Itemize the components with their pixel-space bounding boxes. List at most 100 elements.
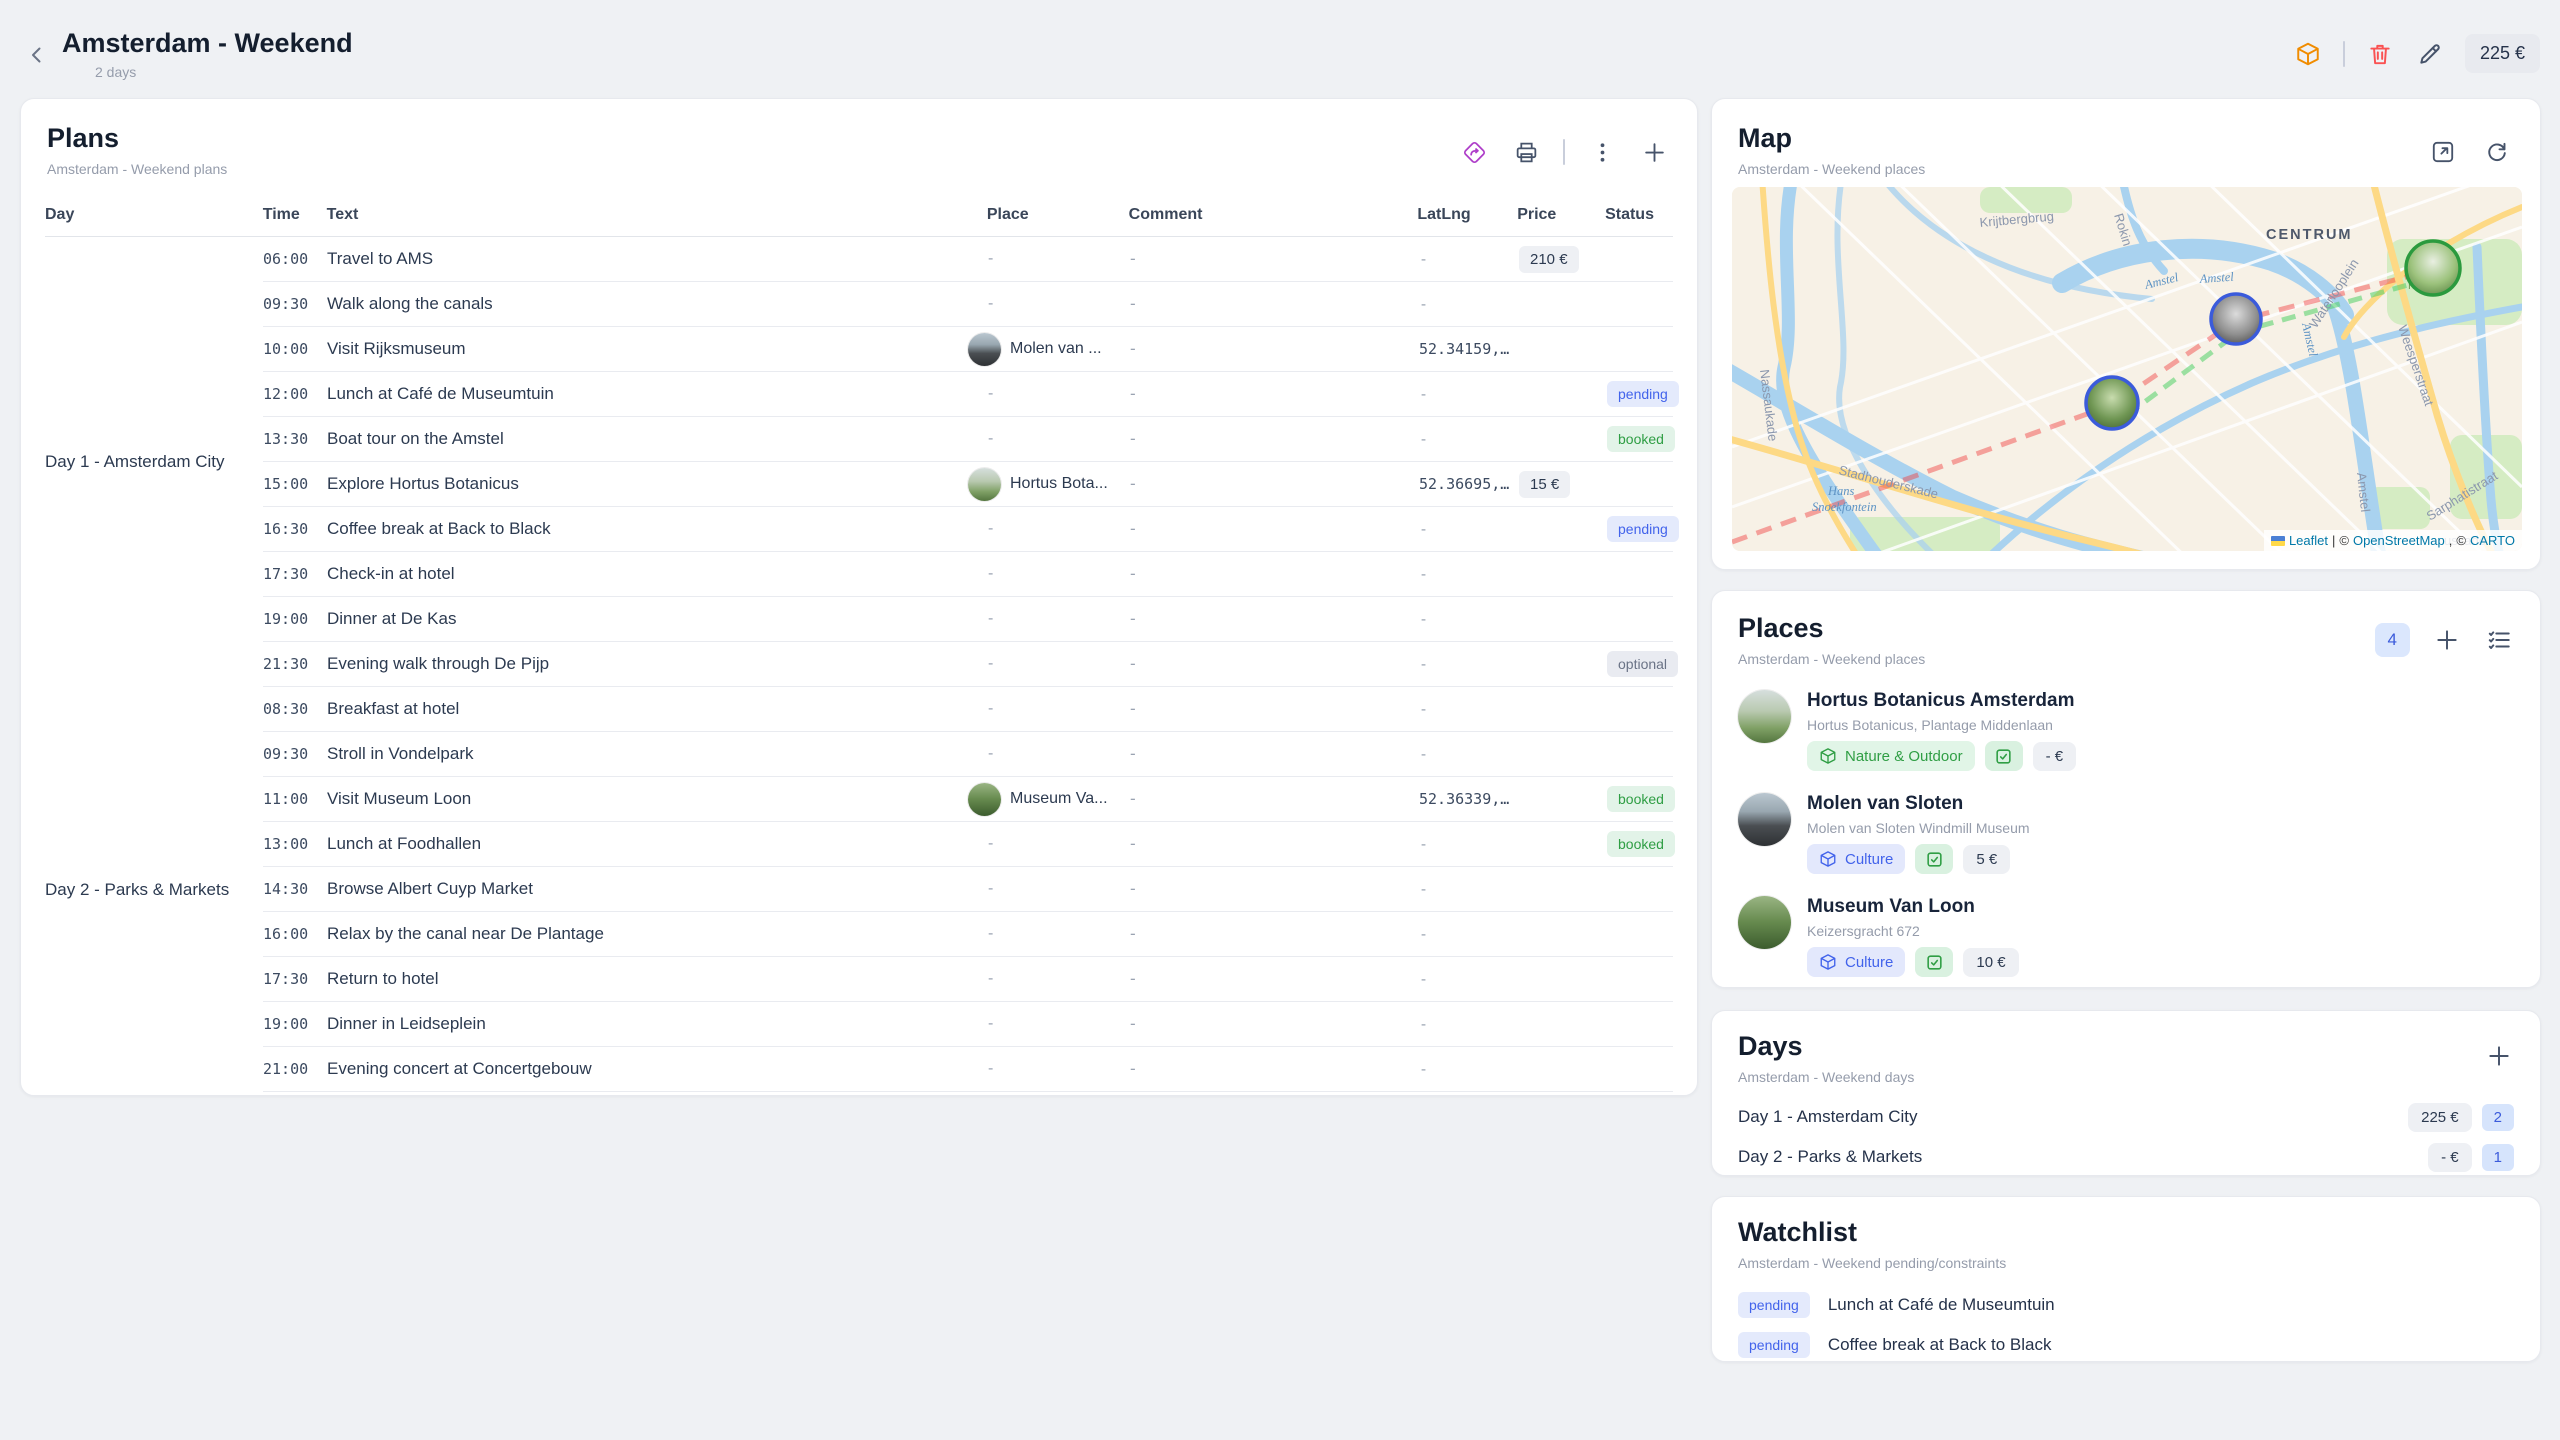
plan-text: Lunch at Foodhallen xyxy=(327,834,988,854)
plan-time: 19:00 xyxy=(263,610,327,628)
list-item[interactable]: pending Coffee break at Back to Black xyxy=(1712,1325,2540,1362)
top-bar: Amsterdam - Weekend 2 days 225 € xyxy=(0,0,2560,92)
plan-latlng: - xyxy=(1419,925,1519,943)
map-label: Snoekfontein xyxy=(1812,500,1877,514)
table-row[interactable]: 19:00 Dinner at De Kas - - - xyxy=(263,597,1673,642)
plan-place-name: - xyxy=(988,880,993,898)
plan-place-name: - xyxy=(988,520,993,538)
plan-text: Coffee break at Back to Black xyxy=(327,519,988,539)
table-row[interactable]: 15:00 Explore Hortus Botanicus Hortus Bo… xyxy=(263,462,1673,507)
map-marker-museum-willet-holthuysen[interactable] xyxy=(2211,294,2261,344)
table-row[interactable]: 08:30 Breakfast at hotel - - - xyxy=(263,687,1673,732)
plans-menu-button[interactable] xyxy=(1587,137,1617,167)
map-fit-bounds-button[interactable] xyxy=(2428,137,2458,167)
package-icon xyxy=(1819,747,1837,765)
map-canvas: Krijtbergbrug Rokin Amstel Amstel CENTRU… xyxy=(1732,187,2522,551)
map-actions xyxy=(2428,137,2512,167)
table-row[interactable]: 17:30 Check-in at hotel - - - xyxy=(263,552,1673,597)
add-place-button[interactable] xyxy=(2432,625,2462,655)
print-button[interactable] xyxy=(1511,137,1541,167)
table-row[interactable]: 06:00 Travel to AMS - - - 210 € xyxy=(263,237,1673,282)
pencil-icon xyxy=(2417,41,2443,67)
plan-time: 11:00 xyxy=(263,790,327,808)
plan-place: - xyxy=(988,250,1130,268)
back-button[interactable] xyxy=(20,38,54,72)
plan-comment: - xyxy=(1130,1059,1419,1079)
plan-price: 210 € xyxy=(1519,249,1607,269)
plan-time: 21:00 xyxy=(263,1060,327,1078)
status-badge: optional xyxy=(1607,651,1678,677)
plan-latlng: - xyxy=(1419,745,1519,763)
watchlist-subtitle: Amsterdam - Weekend pending/constraints xyxy=(1738,1255,2514,1271)
plan-comment: - xyxy=(1130,789,1419,809)
map-marker-museum-van-loon[interactable] xyxy=(2086,377,2138,429)
plan-place-name: - xyxy=(988,745,993,763)
plan-time: 10:00 xyxy=(263,340,327,358)
table-row[interactable]: 10:00 Visit Rijksmuseum Molen van ... - … xyxy=(263,327,1673,372)
table-row[interactable]: 11:00 Visit Museum Loon Museum Va... - 5… xyxy=(263,777,1673,822)
table-row[interactable]: 16:00 Relax by the canal near De Plantag… xyxy=(263,912,1673,957)
package-icon xyxy=(1819,850,1837,868)
places-list-view-button[interactable] xyxy=(2484,625,2514,655)
plan-status: optional xyxy=(1607,654,1675,674)
plan-place: - xyxy=(988,295,1130,313)
table-row[interactable]: 17:30 Return to hotel - - - xyxy=(263,957,1673,1002)
toolbar-divider xyxy=(2343,41,2345,67)
day-list: Day 1 - Amsterdam City 225 € 2 Day 2 - P… xyxy=(1712,1097,2540,1176)
table-row[interactable]: 21:00 Evening concert at Concertgebouw -… xyxy=(263,1047,1673,1092)
plan-day-group: Day 2 - Parks & Markets 08:30 Breakfast … xyxy=(45,687,1673,1092)
plan-comment: - xyxy=(1130,429,1419,449)
list-item[interactable]: Molen van Sloten Molen van Sloten Windmi… xyxy=(1712,782,2540,885)
day-label: Day 1 - Amsterdam City xyxy=(1738,1107,1918,1127)
table-row[interactable]: 09:30 Stroll in Vondelpark - - - xyxy=(263,732,1673,777)
edit-trip-button[interactable] xyxy=(2415,39,2445,69)
list-item[interactable]: Museum Van Loon Keizersgracht 672 Cultur… xyxy=(1712,885,2540,988)
plan-text: Visit Rijksmuseum xyxy=(327,339,988,359)
table-row[interactable]: 21:30 Evening walk through De Pijp - - -… xyxy=(263,642,1673,687)
delete-trip-button[interactable] xyxy=(2365,39,2395,69)
plan-latlng: - xyxy=(1419,430,1519,448)
plans-subtitle: Amsterdam - Weekend plans xyxy=(47,161,1671,177)
leaflet-map[interactable]: Krijtbergbrug Rokin Amstel Amstel CENTRU… xyxy=(1732,187,2522,551)
plan-status: booked xyxy=(1607,834,1675,854)
leaflet-link[interactable]: Leaflet xyxy=(2289,533,2328,548)
package-button[interactable] xyxy=(2293,39,2323,69)
add-day-button[interactable] xyxy=(2484,1041,2514,1071)
table-row[interactable]: 12:00 Lunch at Café de Museumtuin - - - … xyxy=(263,372,1673,417)
list-item[interactable]: Day 2 - Parks & Markets - € 1 xyxy=(1712,1137,2540,1176)
route-button[interactable] xyxy=(1459,137,1489,167)
map-marker-hortus-botanicus[interactable] xyxy=(2406,241,2460,295)
table-row[interactable]: 09:30 Walk along the canals - - - xyxy=(263,282,1673,327)
carto-link[interactable]: CARTO xyxy=(2470,533,2515,548)
table-row[interactable]: 16:30 Coffee break at Back to Black - - … xyxy=(263,507,1673,552)
plan-comment: - xyxy=(1130,654,1419,674)
osm-link[interactable]: OpenStreetMap xyxy=(2353,533,2445,548)
plan-place: - xyxy=(988,925,1130,943)
plan-place-name: - xyxy=(988,295,993,313)
table-row[interactable]: 13:30 Boat tour on the Amstel - - - book… xyxy=(263,417,1673,462)
list-item[interactable]: Hortus Botanicus Amsterdam Hortus Botani… xyxy=(1712,679,2540,782)
map-label: Hans xyxy=(1827,484,1855,498)
table-row[interactable]: 13:00 Lunch at Foodhallen - - - booked xyxy=(263,822,1673,867)
status-badge: booked xyxy=(1607,786,1675,812)
list-item[interactable]: pending Lunch at Café de Museumtuin xyxy=(1712,1285,2540,1325)
add-plan-button[interactable] xyxy=(1639,137,1669,167)
plan-text: Lunch at Café de Museumtuin xyxy=(327,384,988,404)
mark-badge xyxy=(1985,741,2023,771)
plan-day-group: Day 1 - Amsterdam City 06:00 Travel to A… xyxy=(45,237,1673,687)
plan-time: 08:30 xyxy=(263,700,327,718)
table-row[interactable]: 14:30 Browse Albert Cuyp Market - - - xyxy=(263,867,1673,912)
table-row[interactable]: 19:00 Dinner in Leidseplein - - - xyxy=(263,1002,1673,1047)
plan-time: 14:30 xyxy=(263,880,327,898)
list-item[interactable]: Day 1 - Amsterdam City 225 € 2 xyxy=(1712,1097,2540,1137)
plan-text: Explore Hortus Botanicus xyxy=(327,474,988,494)
map-refresh-button[interactable] xyxy=(2482,137,2512,167)
place-photo xyxy=(1738,896,1791,949)
plus-icon xyxy=(2434,627,2460,653)
plan-text: Return to hotel xyxy=(327,969,988,989)
plan-day-rows: 06:00 Travel to AMS - - - 210 € 09:30 Wa… xyxy=(263,237,1673,687)
status-badge: pending xyxy=(1607,516,1679,542)
plan-status: booked xyxy=(1607,429,1675,449)
status-badge: booked xyxy=(1607,831,1675,857)
days-panel: Days Amsterdam - Weekend days Day 1 - Am… xyxy=(1711,1010,2541,1176)
